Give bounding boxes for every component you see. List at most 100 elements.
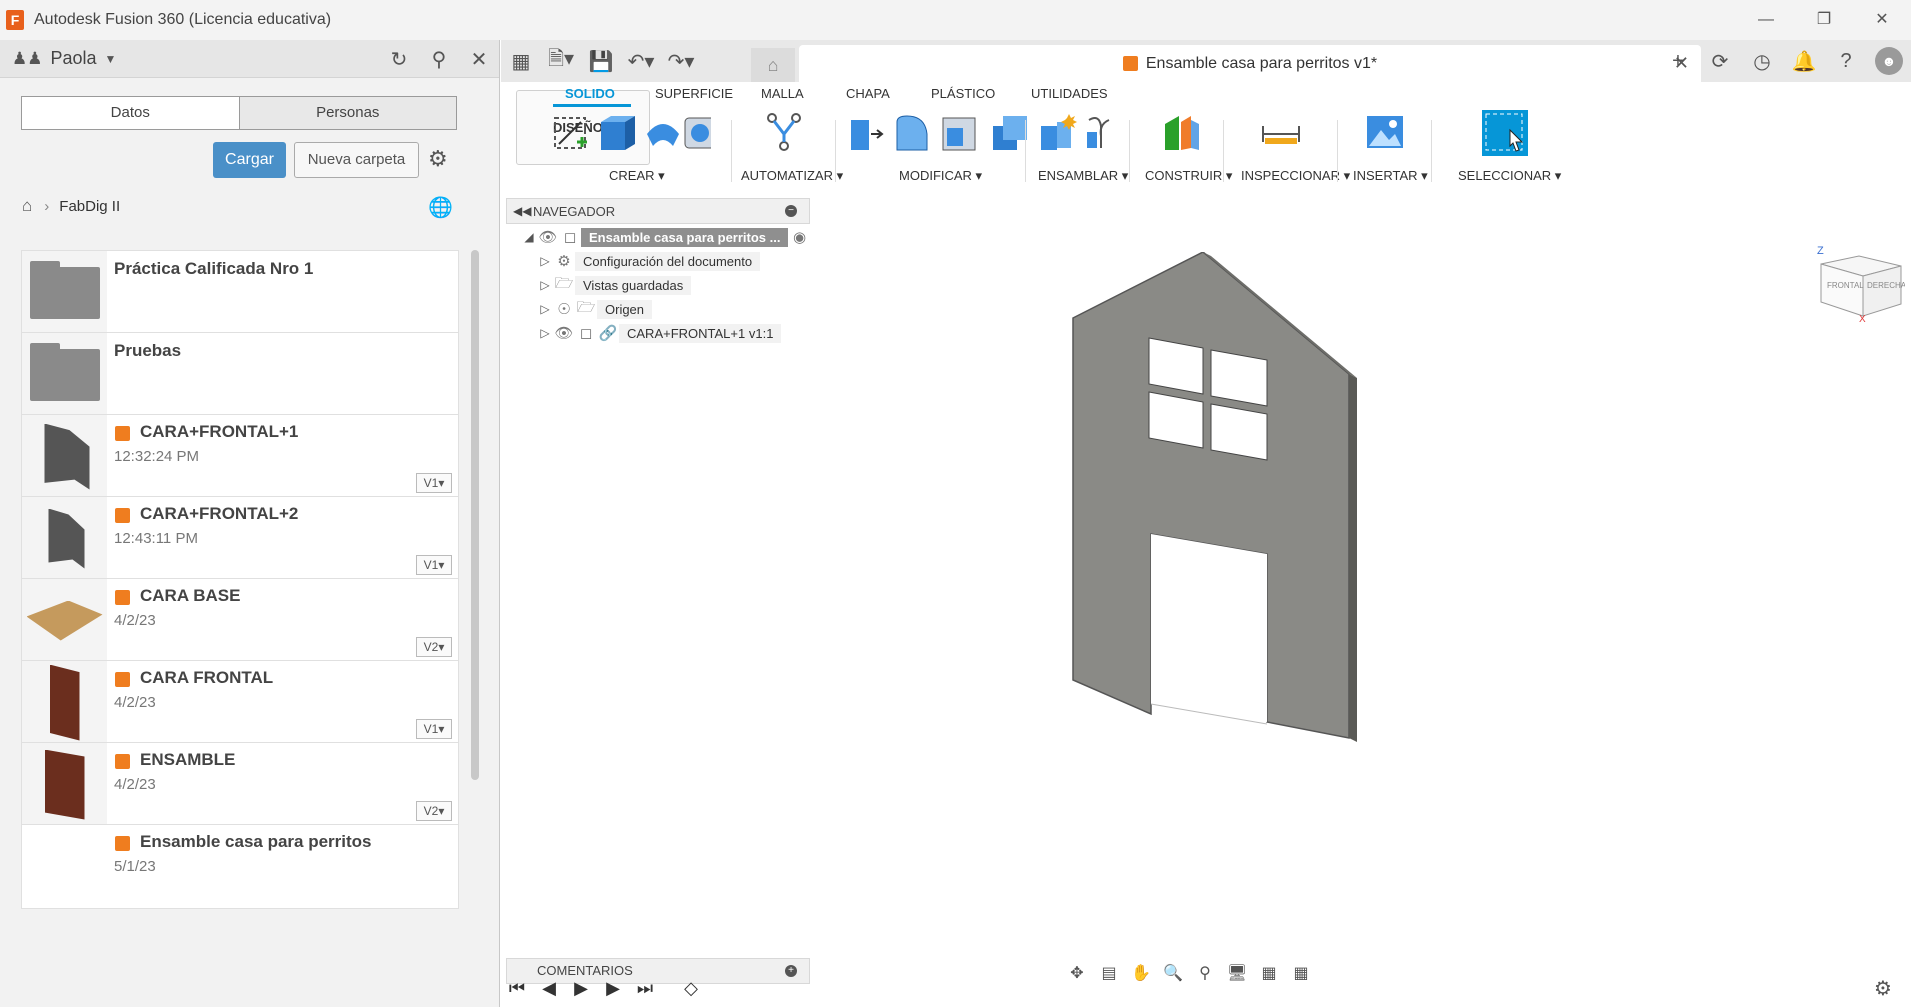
chevron-down-icon[interactable]: ▼ <box>105 52 117 66</box>
upload-button[interactable]: Cargar <box>213 142 286 178</box>
list-item[interactable]: CARA+FRONTAL+2 12:43:11 PM V1▾ <box>21 496 459 581</box>
version-dropdown[interactable]: V2▾ <box>416 801 452 821</box>
step-forward-icon[interactable]: ▶ <box>597 978 629 999</box>
eye-hidden-icon[interactable]: ☉ <box>553 300 575 318</box>
active-tab-indicator <box>553 104 631 107</box>
save-icon[interactable]: 💾 <box>581 49 621 74</box>
minimize-panel-icon[interactable]: − <box>785 205 797 217</box>
tree-item-label[interactable]: Origen <box>597 299 653 319</box>
folder-name: Práctica Calificada Nro 1 <box>114 259 314 278</box>
document-tab[interactable]: Ensamble casa para perritos v1* ✕ <box>799 45 1701 82</box>
list-item[interactable]: Práctica Calificada Nro 1 <box>21 250 459 335</box>
list-item[interactable]: Ensamble casa para perritos 5/1/23 <box>21 824 459 909</box>
home-tab-icon[interactable]: ⌂ <box>751 48 795 82</box>
minimize-button[interactable]: — <box>1737 0 1795 40</box>
list-item[interactable]: CARA BASE 4/2/23 V2▾ <box>21 578 459 663</box>
breadcrumb-project[interactable]: FabDig II <box>59 198 120 215</box>
extensions-icon[interactable]: ⟳ <box>1699 49 1741 74</box>
tab-datos[interactable]: Datos <box>22 97 239 129</box>
version-dropdown[interactable]: V1▾ <box>416 473 452 493</box>
tab-personas[interactable]: Personas <box>238 97 456 129</box>
tree-item[interactable]: ▷ ⚙ Configuración del documento <box>537 250 761 272</box>
list-item[interactable]: CARA+FRONTAL+1 12:32:24 PM V1▾ <box>21 414 459 499</box>
tree-item[interactable]: ▷ 🗁 Vistas guardadas <box>537 274 692 296</box>
tab-utilidades[interactable]: UTILIDADES <box>1031 86 1108 101</box>
step-back-icon[interactable]: ◀ <box>533 978 565 999</box>
list-item[interactable]: CARA FRONTAL 4/2/23 V1▾ <box>21 660 459 745</box>
browser-header: ◀◀ NAVEGADOR − <box>506 198 810 224</box>
timeline-settings-icon[interactable]: ⚙ <box>1867 976 1899 1001</box>
notifications-icon[interactable]: 🔔 <box>1783 49 1825 74</box>
construct-icon[interactable] <box>1161 112 1203 154</box>
tree-item[interactable]: ▷ ☉ 🗁 Origen <box>537 298 653 320</box>
search-icon[interactable]: ⚲ <box>419 47 459 72</box>
file-date: 12:32:24 PM <box>114 448 200 465</box>
tree-item[interactable]: ▷ 👁 ◻ 🔗 CARA+FRONTAL+1 v1:1 <box>537 322 782 344</box>
go-to-end-icon[interactable]: ⏭ <box>629 978 661 999</box>
timeline-marker-icon[interactable]: ◇ <box>675 978 707 999</box>
file-date: 5/1/23 <box>114 858 156 875</box>
gear-icon[interactable]: ⚙ <box>428 146 448 172</box>
tab-chapa[interactable]: CHAPA <box>846 86 890 101</box>
canvas-viewport[interactable]: ◀◀ NAVEGADOR − ◢ 👁 ◻ Ensamble casa para … <box>501 182 1911 986</box>
tab-superficie[interactable]: SUPERFICIE <box>655 86 733 101</box>
version-dropdown[interactable]: V2▾ <box>416 637 452 657</box>
insert-image-icon[interactable] <box>1365 112 1405 152</box>
activate-radio-icon[interactable]: ◉ <box>788 228 810 246</box>
tab-solido[interactable]: SOLIDO <box>565 86 615 101</box>
version-dropdown[interactable]: V1▾ <box>416 555 452 575</box>
tree-root[interactable]: ◢ 👁 ◻ Ensamble casa para perritos ... ◉ <box>521 226 810 248</box>
close-icon[interactable]: ✕ <box>459 47 499 72</box>
measure-icon[interactable] <box>1261 122 1301 146</box>
file-date: 4/2/23 <box>114 776 156 793</box>
tab-malla[interactable]: MALLA <box>761 86 804 101</box>
avatar[interactable]: ☻ <box>1875 47 1903 75</box>
collapse-panel-icon[interactable]: ◀◀ <box>513 204 533 218</box>
create-tools-icon[interactable] <box>551 112 711 154</box>
assemble-icon[interactable] <box>1039 112 1119 154</box>
tree-item-label[interactable]: CARA+FRONTAL+1 v1:1 <box>619 323 782 343</box>
view-cube-right[interactable]: DERECHA <box>1867 281 1905 290</box>
redo-icon[interactable]: ↷▾ <box>661 49 701 74</box>
close-window-button[interactable]: ✕ <box>1853 0 1911 40</box>
list-item[interactable]: ENSAMBLE 4/2/23 V2▾ <box>21 742 459 827</box>
restore-button[interactable]: ❐ <box>1795 0 1853 40</box>
expand-triangle-icon[interactable]: ▷ <box>537 302 553 316</box>
apps-grid-icon[interactable]: ▦ <box>501 49 541 74</box>
design-cube-icon <box>115 836 130 851</box>
undo-icon[interactable]: ↶▾ <box>621 49 661 74</box>
new-tab-icon[interactable]: + <box>1657 50 1699 73</box>
file-menu-icon[interactable]: 🗎▾ <box>541 44 581 78</box>
house-front-panel[interactable] <box>1061 252 1361 752</box>
list-item[interactable]: Pruebas <box>21 332 459 417</box>
go-to-start-icon[interactable]: ⏮ <box>501 978 533 999</box>
play-icon[interactable]: ▶ <box>565 978 597 999</box>
expand-triangle-icon[interactable]: ▷ <box>537 254 553 268</box>
job-status-icon[interactable]: ◷ <box>1741 49 1783 74</box>
tree-item-label[interactable]: Configuración del documento <box>575 251 761 271</box>
view-cube[interactable]: FRONTAL DERECHA Z X <box>1815 242 1905 322</box>
design-cube-icon <box>115 508 130 523</box>
modify-tools-icon[interactable] <box>847 112 1037 154</box>
select-icon[interactable] <box>1482 110 1528 156</box>
eye-icon[interactable]: 👁 <box>553 324 575 342</box>
automate-icon[interactable] <box>764 112 804 154</box>
new-folder-button[interactable]: Nueva carpeta <box>294 142 419 178</box>
expand-triangle-icon[interactable]: ▷ <box>537 278 553 292</box>
link-icon: 🔗 <box>598 325 618 342</box>
tree-item-label[interactable]: Vistas guardadas <box>575 275 692 295</box>
home-icon[interactable]: ⌂ <box>22 196 32 216</box>
globe-icon[interactable]: 🌐 <box>428 195 453 220</box>
help-icon[interactable]: ? <box>1825 50 1867 73</box>
version-dropdown[interactable]: V1▾ <box>416 719 452 739</box>
user-name[interactable]: Paola <box>50 48 96 69</box>
eye-icon[interactable]: 👁 <box>537 228 559 246</box>
data-panel-scrollbar[interactable] <box>471 250 479 780</box>
tree-root-label[interactable]: Ensamble casa para perritos ... <box>581 227 789 247</box>
tab-plastico[interactable]: PLÁSTICO <box>931 86 995 101</box>
refresh-icon[interactable]: ↻ <box>379 47 419 72</box>
view-cube-front[interactable]: FRONTAL <box>1827 281 1864 290</box>
expanded-triangle-icon[interactable]: ◢ <box>521 230 537 244</box>
component-icon: ◻ <box>563 229 577 246</box>
expand-triangle-icon[interactable]: ▷ <box>537 326 553 340</box>
